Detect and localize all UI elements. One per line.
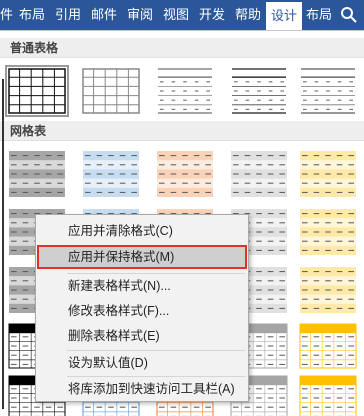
- tab-help[interactable]: 帮助: [230, 0, 266, 30]
- menu-add-gallery-to-qat[interactable]: 将库添加到快速访问工具栏(A): [37, 377, 247, 401]
- table-style-thumbnail[interactable]: [8, 151, 66, 197]
- menu-set-as-default[interactable]: 设为默认值(D): [37, 351, 247, 375]
- table-style-thumbnail[interactable]: [230, 68, 288, 114]
- search-icon[interactable]: [340, 6, 358, 24]
- table-style-thumbnail[interactable]: [299, 375, 357, 416]
- table-style-thumbnail[interactable]: [82, 151, 140, 197]
- tab-design[interactable]: 设计: [266, 2, 302, 30]
- tab-developer[interactable]: 开发: [194, 0, 230, 30]
- table-style-thumbnail[interactable]: [299, 68, 357, 114]
- menu-apply-clear-formatting[interactable]: 应用并清除格式(C): [37, 219, 247, 243]
- table-style-thumbnail[interactable]: [82, 68, 140, 114]
- table-style-thumbnail[interactable]: [156, 151, 214, 197]
- tab-file[interactable]: 件: [0, 0, 14, 30]
- menu-delete-table-style[interactable]: 删除表格样式(E): [37, 324, 247, 348]
- menu-apply-keep-formatting[interactable]: 应用并保持格式(M): [37, 245, 247, 269]
- section-plain-tables: 普通表格: [0, 38, 364, 58]
- tab-table-layout[interactable]: 布局: [302, 0, 336, 30]
- tab-mailings[interactable]: 邮件: [86, 0, 122, 30]
- table-style-thumbnail[interactable]: [230, 151, 288, 197]
- table-style-thumbnail[interactable]: [5, 65, 69, 117]
- table-style-thumbnail[interactable]: [299, 323, 357, 369]
- tab-review[interactable]: 审阅: [122, 0, 158, 30]
- ribbon-tab-bar: 件 布局 引用 邮件 审阅 视图 开发 帮助 设计 布局: [0, 0, 364, 30]
- table-style-thumbnail[interactable]: [156, 68, 214, 114]
- tab-references[interactable]: 引用: [50, 0, 86, 30]
- menu-modify-table-style[interactable]: 修改表格样式(F)...: [37, 299, 247, 323]
- tab-view[interactable]: 视图: [158, 0, 194, 30]
- column-guide: [2, 79, 4, 409]
- menu-new-table-style[interactable]: 新建表格样式(N)...: [37, 274, 247, 298]
- tab-layout[interactable]: 布局: [14, 0, 50, 30]
- section-grid-tables: 网格表: [0, 121, 364, 141]
- table-style-thumbnail[interactable]: [299, 151, 357, 197]
- context-menu: 应用并清除格式(C) 应用并保持格式(M) 新建表格样式(N)... 修改表格样…: [35, 214, 249, 402]
- table-style-thumbnail[interactable]: [299, 267, 357, 313]
- table-style-thumbnail[interactable]: [299, 209, 357, 255]
